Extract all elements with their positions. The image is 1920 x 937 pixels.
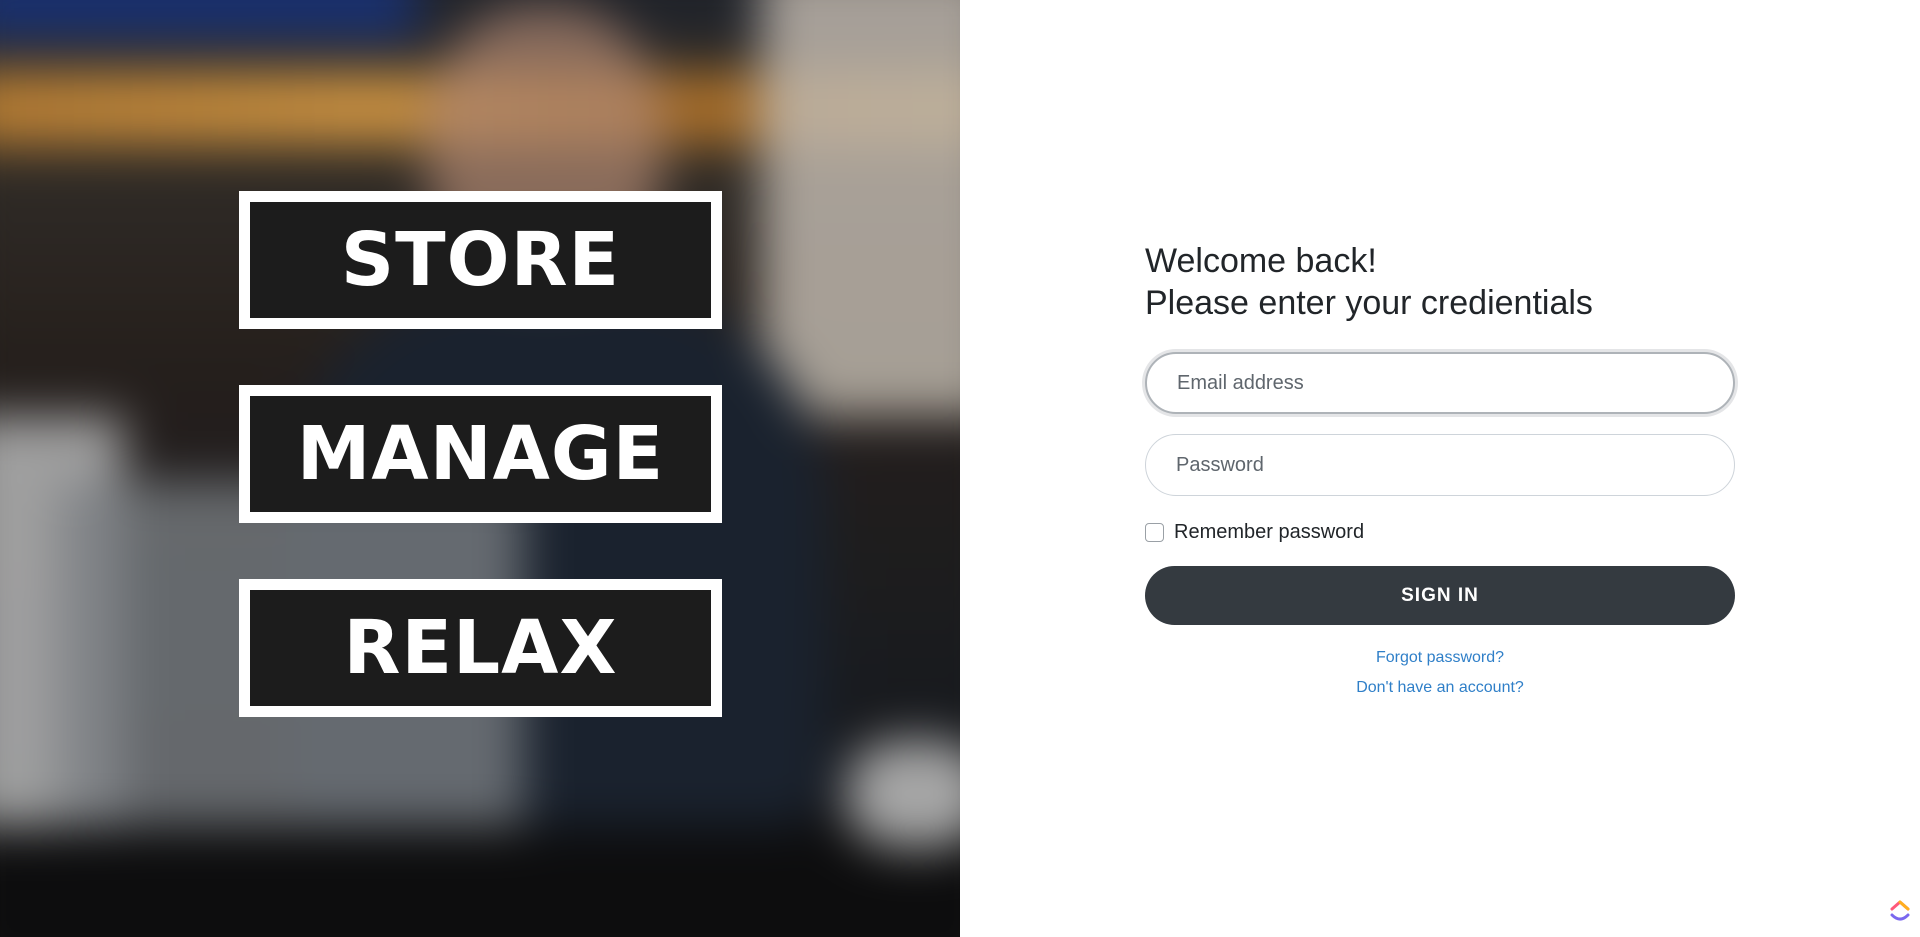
email-field[interactable] (1145, 352, 1735, 414)
hero-word-text: RELAX (343, 605, 618, 691)
signup-link[interactable]: Don't have an account? (1145, 673, 1735, 703)
welcome-heading: Welcome back! (1145, 242, 1377, 280)
hero-word-store: STORE (239, 191, 722, 329)
login-form: Welcome back! Please enter your credient… (1145, 240, 1735, 703)
auth-links: Forgot password? Don't have an account? (1145, 643, 1735, 703)
hero-word-text: STORE (340, 217, 621, 303)
password-field[interactable] (1145, 434, 1735, 496)
clickup-logo-icon[interactable] (1888, 899, 1912, 923)
remember-password-label[interactable]: Remember password (1174, 521, 1364, 544)
login-form-panel: Welcome back! Please enter your credient… (960, 0, 1920, 937)
hero-panel: STORE MANAGE RELAX (0, 0, 960, 937)
login-page: STORE MANAGE RELAX Welcome back! Please … (0, 0, 1920, 937)
sign-in-button[interactable]: SIGN IN (1145, 566, 1735, 625)
credentials-subtitle: Please enter your credientials (1145, 284, 1593, 322)
forgot-password-link[interactable]: Forgot password? (1145, 643, 1735, 673)
remember-password-row: Remember password (1145, 520, 1735, 544)
remember-password-checkbox[interactable] (1145, 522, 1164, 542)
hero-word-text: MANAGE (296, 411, 665, 497)
hero-word-manage: MANAGE (239, 385, 722, 523)
hero-word-relax: RELAX (239, 579, 722, 717)
